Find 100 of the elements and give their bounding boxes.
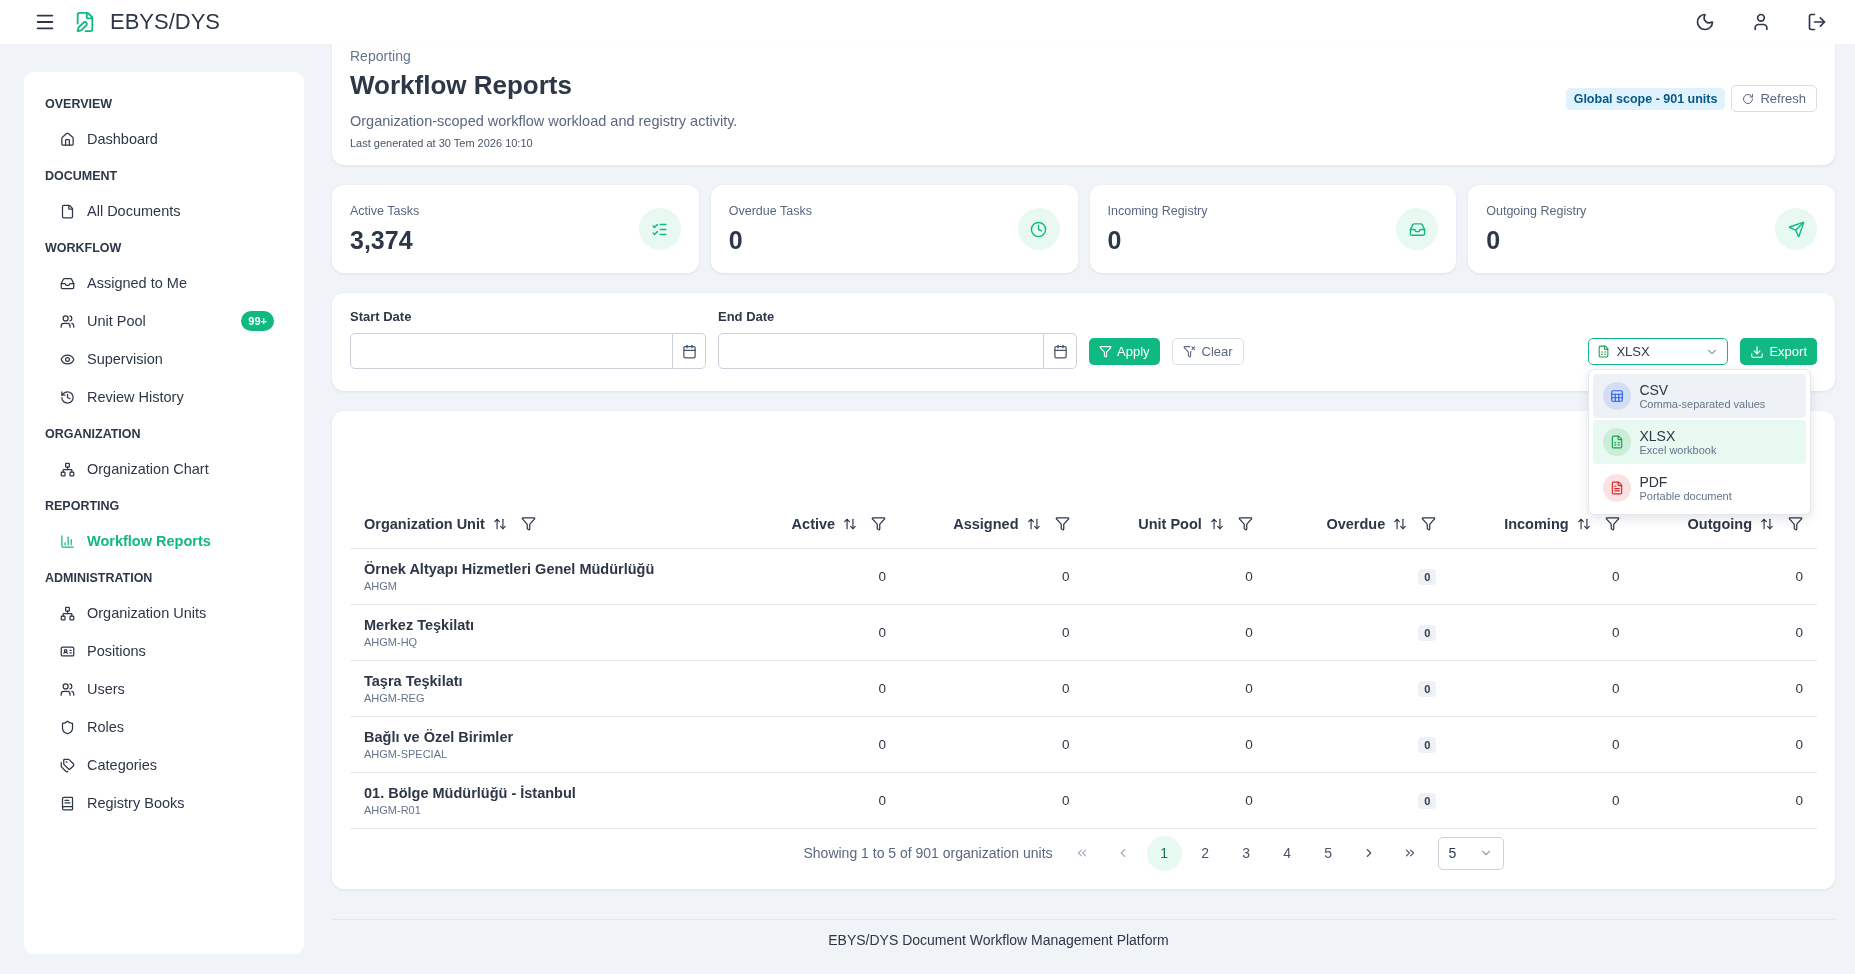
shield-icon	[60, 719, 75, 735]
nav-item[interactable]: Users	[24, 670, 304, 708]
nav-item[interactable]: Categories	[24, 746, 304, 784]
hierarchy-icon	[60, 461, 75, 477]
sort-icon[interactable]	[1026, 516, 1041, 531]
format-option[interactable]: XLSX Excel workbook	[1593, 420, 1807, 464]
home-icon	[60, 131, 75, 147]
bar-chart-icon	[60, 533, 75, 549]
filter-icon[interactable]	[1604, 516, 1620, 531]
moon-icon	[1695, 12, 1715, 32]
date-field[interactable]	[718, 333, 1044, 369]
filter-icon[interactable]	[871, 516, 887, 531]
generated-time: Last generated at 30 Tem 2026 10:10	[350, 137, 534, 149]
nav-item[interactable]: Organization Chart	[24, 450, 304, 488]
count-badge: 0	[1418, 568, 1437, 585]
table-cell: 0	[1795, 569, 1803, 584]
stat-value: 0	[728, 225, 744, 255]
table-cell: 0	[1612, 737, 1620, 752]
stat-label: Active Tasks	[350, 203, 421, 218]
table-cell: 0	[1612, 625, 1620, 640]
table-cell: 0	[1062, 737, 1070, 752]
page-button[interactable]: 2	[1187, 835, 1223, 871]
user-icon	[1751, 12, 1771, 32]
nav-item[interactable]: Registry Books	[24, 784, 304, 822]
sort-icon[interactable]	[492, 516, 507, 531]
unit-code: AHGM-REG	[364, 692, 426, 704]
option-label: CSV	[1639, 382, 1670, 398]
sort-icon[interactable]	[1393, 516, 1408, 531]
table-cell: 0	[1795, 625, 1803, 640]
table-cell: 0	[1245, 569, 1253, 584]
column-header[interactable]: Outgoing	[1687, 515, 1752, 532]
table-cell: 0	[878, 625, 887, 640]
nav-item[interactable]: Dashboard	[24, 120, 304, 158]
footer-text: EBYS/DYS Document Workflow Management Platform	[828, 932, 1169, 948]
date-field[interactable]	[350, 333, 673, 369]
nav-item[interactable]: Supervision	[24, 340, 304, 378]
column-header[interactable]: Assigned	[953, 515, 1019, 532]
sort-icon[interactable]	[843, 516, 858, 531]
table-cell: 0	[1245, 625, 1253, 640]
format-select[interactable]: XLSX	[1588, 338, 1729, 365]
app-title: EBYS/DYS	[110, 9, 221, 35]
column-header[interactable]: Overdue	[1326, 515, 1386, 532]
table-cell: 0	[1795, 737, 1803, 752]
unit-name: Merkez Teşkilatı	[364, 617, 476, 633]
stat-label: Overdue Tasks	[728, 203, 813, 218]
file-icon	[60, 203, 75, 219]
filter-icon[interactable]	[1237, 516, 1253, 531]
nav-item[interactable]: All Documents	[24, 192, 304, 230]
column-header[interactable]: Unit Pool	[1138, 515, 1202, 532]
id-card-icon	[60, 643, 75, 659]
page-size-select[interactable]: 5	[1437, 836, 1504, 870]
filter-icon[interactable]	[1421, 516, 1437, 531]
column-header[interactable]: Incoming	[1504, 515, 1569, 532]
unit-code: AHGM-HQ	[364, 636, 419, 648]
nav-item[interactable]: Roles	[24, 708, 304, 746]
page-title: Workflow Reports	[350, 70, 573, 101]
history-icon	[60, 389, 75, 405]
table-cell: 0	[1062, 681, 1070, 696]
section-title: WORKFLOW	[44, 240, 123, 256]
inbox-icon	[60, 275, 75, 291]
nav-item[interactable]: Unit Pool 99+	[24, 302, 304, 340]
table-cell: 0	[878, 569, 887, 584]
sort-icon[interactable]	[1209, 516, 1224, 531]
page-button[interactable]: 1	[1146, 835, 1182, 871]
column-header[interactable]: Active	[791, 515, 836, 532]
nav-item[interactable]: Organization Units	[24, 594, 304, 632]
option-description: Comma-separated values	[1639, 398, 1766, 410]
section-title: REPORTING	[44, 498, 121, 514]
filter-icon[interactable]	[520, 516, 536, 531]
nav-item[interactable]: Positions	[24, 632, 304, 670]
format-option[interactable]: CSV Comma-separated values	[1593, 374, 1807, 418]
breadcrumb[interactable]: Reporting	[350, 48, 1566, 64]
filter-icon[interactable]	[1054, 516, 1070, 531]
page-button[interactable]: 5	[1310, 835, 1346, 871]
field-label: End Date	[718, 309, 776, 324]
sort-icon[interactable]	[1760, 516, 1774, 531]
table-cell: 0	[1245, 681, 1253, 696]
nav-item[interactable]: Review History	[24, 378, 304, 416]
logout-icon	[1807, 12, 1827, 32]
page-subtitle: Organization-scoped workflow workload and registry activity.	[350, 113, 739, 129]
scope-badge: Global scope - 901 units	[1565, 87, 1726, 110]
users-icon	[60, 681, 75, 697]
page-summary: Showing 1 to 5 of 901 organization units	[803, 845, 1053, 861]
count-badge: 0	[1418, 624, 1437, 641]
page-button[interactable]: 4	[1269, 835, 1305, 871]
send-icon	[1775, 208, 1817, 250]
calendar-button[interactable]	[1044, 333, 1077, 369]
stat-value: 3,374	[350, 225, 414, 255]
column-header[interactable]: Organization Unit	[364, 515, 485, 532]
sort-icon[interactable]	[1576, 516, 1591, 531]
nav-item[interactable]: Assigned to Me	[24, 264, 304, 302]
calendar-button[interactable]	[673, 333, 706, 369]
table-cell: 0	[1612, 569, 1620, 584]
filter-icon[interactable]	[1788, 516, 1803, 531]
count-badge: 99+	[241, 311, 274, 331]
clear-button[interactable]: Clear	[1171, 338, 1244, 365]
page-button[interactable]: 3	[1228, 835, 1264, 871]
tags-icon	[60, 757, 75, 773]
refresh-button[interactable]: Refresh	[1731, 85, 1817, 112]
format-option[interactable]: PDF Portable document	[1593, 466, 1807, 510]
